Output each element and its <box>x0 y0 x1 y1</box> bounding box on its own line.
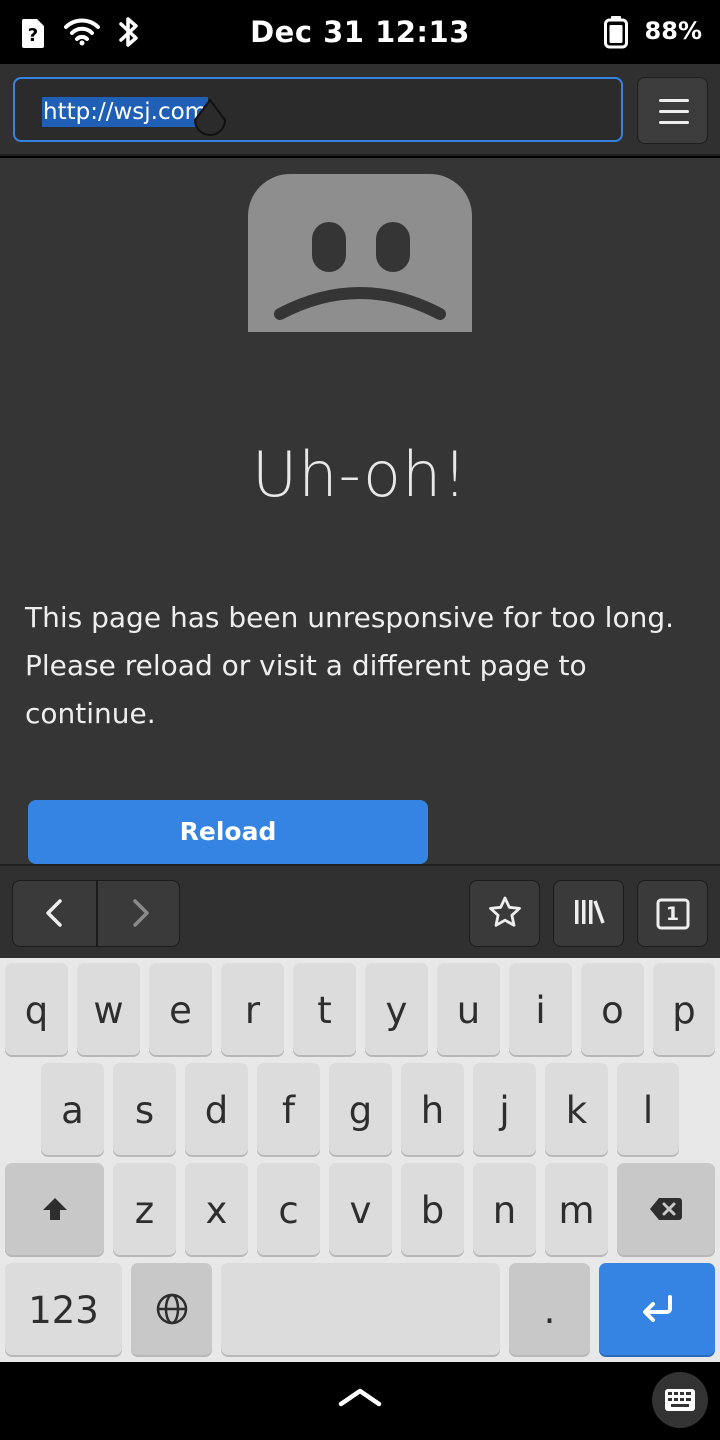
backspace-key[interactable] <box>617 1163 715 1255</box>
back-button[interactable] <box>13 881 97 946</box>
forward-button[interactable] <box>98 881 179 946</box>
error-title: Uh-oh! <box>251 438 469 511</box>
key-m[interactable]: m <box>545 1163 608 1255</box>
url-input[interactable]: http://wsj.com <box>13 77 623 142</box>
library-icon <box>573 898 605 930</box>
numbers-key[interactable]: 123 <box>5 1263 122 1355</box>
system-navigation-bar <box>0 1362 720 1440</box>
key-x[interactable]: x <box>185 1163 248 1255</box>
key-l[interactable]: l <box>617 1063 679 1155</box>
key-y[interactable]: y <box>365 963 428 1055</box>
error-message: This page has been unresponsive for too … <box>25 601 675 730</box>
shift-arrow-icon <box>42 1198 67 1220</box>
shift-key[interactable] <box>5 1163 104 1255</box>
tabs-button[interactable]: 1 <box>637 880 708 947</box>
home-handle-chevron-up-icon[interactable] <box>337 1386 383 1412</box>
enter-key[interactable] <box>599 1263 715 1355</box>
key-s[interactable]: s <box>113 1063 176 1155</box>
key-v[interactable]: v <box>329 1163 392 1255</box>
key-d[interactable]: d <box>185 1063 248 1155</box>
library-button[interactable] <box>553 880 624 947</box>
tabs-icon: 1 <box>656 898 690 930</box>
key-w[interactable]: w <box>77 963 140 1055</box>
globe-icon <box>156 1293 187 1325</box>
browser-header: http://wsj.com <box>0 64 720 156</box>
onscreen-keyboard: q w e r t y u i o p a s d f g h j k l z … <box>0 958 720 1362</box>
error-page: Uh-oh! This page has been unresponsive f… <box>0 158 720 864</box>
keyboard-toggle-button[interactable] <box>652 1372 708 1428</box>
key-c[interactable]: c <box>257 1163 320 1255</box>
key-b[interactable]: b <box>401 1163 464 1255</box>
forward-icon <box>128 898 152 932</box>
key-a[interactable]: a <box>41 1063 104 1155</box>
browser-toolbar: 1 <box>0 864 720 958</box>
key-g[interactable]: g <box>329 1063 392 1155</box>
backspace-icon <box>650 1198 682 1220</box>
key-q[interactable]: q <box>5 963 68 1055</box>
key-u[interactable]: u <box>437 963 500 1055</box>
key-n[interactable]: n <box>473 1163 536 1255</box>
sad-face-icon <box>248 174 472 332</box>
key-e[interactable]: e <box>149 963 212 1055</box>
keyboard-icon <box>665 1389 695 1411</box>
tab-count: 1 <box>665 902 680 925</box>
key-j[interactable]: j <box>473 1063 536 1155</box>
selection-handle-icon[interactable] <box>191 98 229 142</box>
language-key[interactable] <box>131 1263 212 1355</box>
key-r[interactable]: r <box>221 963 284 1055</box>
enter-icon <box>643 1295 672 1322</box>
space-key[interactable] <box>221 1263 500 1355</box>
key-k[interactable]: k <box>545 1063 608 1155</box>
key-t[interactable]: t <box>293 963 356 1055</box>
key-i[interactable]: i <box>509 963 572 1055</box>
period-key[interactable]: . <box>509 1263 590 1355</box>
bookmark-star-icon <box>488 896 522 932</box>
key-z[interactable]: z <box>113 1163 176 1255</box>
bookmark-button[interactable] <box>469 880 540 947</box>
key-o[interactable]: o <box>581 963 644 1055</box>
navigation-group <box>12 880 180 947</box>
reload-button[interactable]: Reload <box>28 800 428 864</box>
battery-icon <box>603 15 629 53</box>
key-f[interactable]: f <box>257 1063 320 1155</box>
back-icon <box>43 898 67 932</box>
key-p[interactable]: p <box>653 963 715 1055</box>
menu-button[interactable] <box>637 77 708 144</box>
battery-percent: 88% <box>644 17 702 45</box>
key-h[interactable]: h <box>401 1063 464 1155</box>
status-bar: ? Dec 31 12:13 88% <box>0 0 720 64</box>
url-text-selected: http://wsj.com <box>42 97 209 127</box>
